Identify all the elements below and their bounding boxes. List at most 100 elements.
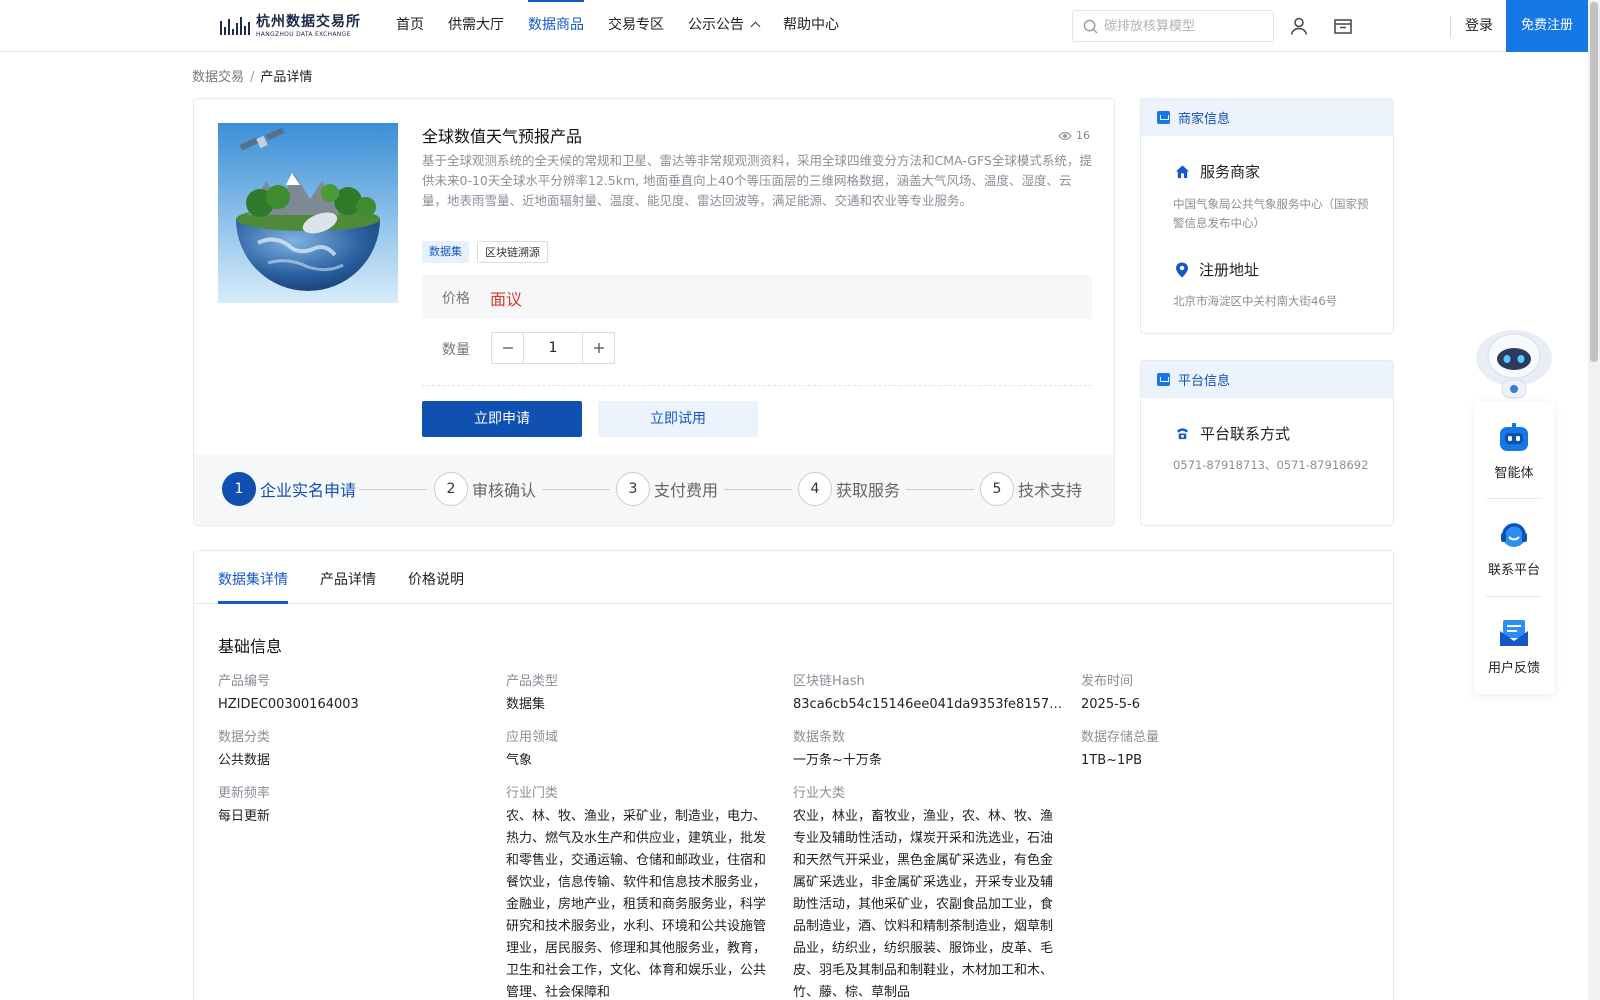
field-blockchain-hash: 区块链Hash 83ca6cb54c15146ee041da9353fe8157… [793,670,1063,716]
home-icon [1175,165,1190,179]
field-value: 一万条~十万条 [793,753,882,768]
site-logo[interactable]: 杭州数据交易所 HANGZHOU DATA EXCHANGE [218,11,361,41]
field-value: 83ca6cb54c15146ee041da9353fe8157e3… [793,697,1063,712]
quantity-label: 数量 [442,342,470,358]
robot-icon [1500,423,1528,451]
platform-contact-label: 平台联系方式 [1200,425,1291,443]
step-number: 2 [434,472,468,506]
step-5: 5 技术支持 [980,472,1082,506]
login-link[interactable]: 登录 [1465,0,1493,52]
field-value: 气象 [506,753,533,768]
try-now-button[interactable]: 立即试用 [598,401,758,437]
platform-contact-row: 平台联系方式 [1175,423,1290,444]
step-connector [359,489,427,490]
field-data-category: 数据分类 公共数据 [218,726,488,772]
step-3: 3 支付费用 [616,472,718,506]
tab-dataset-details[interactable]: 数据集详情 [218,569,288,589]
field-industry-major-class: 行业大类 农业，林业，畜牧业，渔业，农、林、牧、渔专业及辅助性活动，煤炭开采和洗… [793,782,1063,1000]
search-box[interactable] [1072,10,1274,42]
nav-home[interactable]: 首页 [396,0,424,52]
product-title: 全球数值天气预报产品 [422,127,583,146]
field-industry-sector: 行业门类 农、林、牧、渔业，采矿业，制造业，电力、热力、燃气及水生产和供应业，建… [506,782,776,1000]
platform-info-header: 平台信息 [1141,361,1393,398]
feedback-mail-icon [1500,620,1528,646]
merchant-info-panel: 商家信息 服务商家 中国气象局公共气象服务中心（国家预警信息发布中心） 注册地址… [1140,98,1394,334]
field-label: 行业门类 [506,786,559,801]
user-icon[interactable] [1288,15,1310,37]
increment-button[interactable] [583,333,614,363]
chevron-up-icon [750,21,761,32]
telephone-icon [1176,428,1189,440]
field-label: 数据分类 [218,730,271,745]
field-value: 1TB~1PB [1081,753,1143,768]
nav-trade-zone[interactable]: 交易专区 [608,0,664,52]
tab-product-details[interactable]: 产品详情 [320,569,376,589]
tag-blockchain: 区块链溯源 [477,241,548,263]
main-nav: 首页 供需大厅 数据商品 交易专区 公示公告 帮助中心 [396,0,863,52]
field-update-frequency: 更新频率 每日更新 [218,782,488,828]
breadcrumb-parent[interactable]: 数据交易 [192,70,244,85]
field-value: 农业，林业，畜牧业，渔业，农、林、牧、渔专业及辅助性活动，煤炭开采和洗选业，石油… [793,809,1054,1000]
step-connector [724,489,792,490]
product-tags: 数据集 区块链溯源 [422,241,556,263]
step-2: 2 审核确认 [434,472,536,506]
apply-now-button[interactable]: 立即申请 [422,401,582,437]
logo-mark-icon [218,13,252,39]
service-merchant-row: 服务商家 [1175,161,1260,182]
search-icon [1083,19,1098,34]
logo-title: 杭州数据交易所 [256,13,361,30]
quantity-input[interactable]: 1 [523,333,583,363]
nav-supply-demand[interactable]: 供需大厅 [448,0,504,52]
user-feedback-button[interactable]: 用户反馈 [1474,597,1554,694]
field-label: 更新频率 [218,786,271,801]
step-connector [906,489,974,490]
detail-tabs: 数据集详情 产品详情 价格说明 [194,551,1393,604]
step-number: 4 [798,472,832,506]
field-record-count: 数据条数 一万条~十万条 [793,726,1063,772]
field-label: 产品类型 [506,674,559,689]
minus-icon [502,347,513,349]
field-product-id: 产品编号 HZIDEC00300164003 [218,670,488,716]
tag-dataset: 数据集 [422,241,469,263]
search-input[interactable] [1104,18,1264,34]
step-label: 企业实名申请 [260,481,357,500]
scrollbar-thumb[interactable] [1590,2,1598,362]
step-number: 3 [616,472,650,506]
nav-announcements-label: 公示公告 [688,17,744,33]
platform-contact-value: 0571-87918713、0571-87918692 [1173,458,1369,472]
nav-data-products[interactable]: 数据商品 [528,0,584,52]
step-label: 技术支持 [1018,481,1083,500]
store-icon[interactable] [1332,15,1354,37]
page-scrollbar[interactable] [1588,0,1600,1000]
agent-button[interactable]: 智能体 [1474,402,1554,499]
store-badge-icon [1157,111,1170,124]
tab-price-description[interactable]: 价格说明 [408,569,464,589]
section-title: 基础信息 [218,637,283,656]
field-product-type: 产品类型 数据集 [506,670,776,716]
view-count-value: 16 [1076,129,1090,142]
merchant-info-header: 商家信息 [1141,99,1393,136]
assistant-robot-mascot[interactable] [1474,326,1554,400]
header-divider [1450,16,1451,38]
decrement-button[interactable] [492,333,523,363]
field-value: 数据集 [506,697,546,712]
breadcrumb-separator: / [250,70,255,85]
address-row: 注册地址 [1175,259,1259,280]
field-value: HZIDEC00300164003 [218,697,359,712]
contact-platform-button[interactable]: 联系平台 [1474,499,1554,596]
agent-label: 智能体 [1494,466,1534,481]
product-card: 全球数值天气预报产品 16 基于全球观测系统的全天候的常规和卫星、雷达等非常规观… [193,98,1115,526]
price-value: 面议 [490,290,523,309]
top-navigation-bar: 杭州数据交易所 HANGZHOU DATA EXCHANGE 首页 供需大厅 数… [0,0,1588,52]
field-label: 应用领域 [506,730,559,745]
nav-announcements[interactable]: 公示公告 [688,0,761,52]
field-label: 数据存储总量 [1081,730,1160,745]
floating-toolbar: 智能体 联系平台 用户反馈 [1474,402,1554,694]
step-4: 4 获取服务 [798,472,900,506]
register-button[interactable]: 免费注册 [1506,0,1588,52]
field-publish-date: 发布时间 2025-5-6 [1081,670,1351,716]
nav-help-center[interactable]: 帮助中心 [783,0,839,52]
step-label: 审核确认 [472,481,537,500]
step-number: 1 [222,472,256,506]
step-label: 支付费用 [654,481,719,500]
